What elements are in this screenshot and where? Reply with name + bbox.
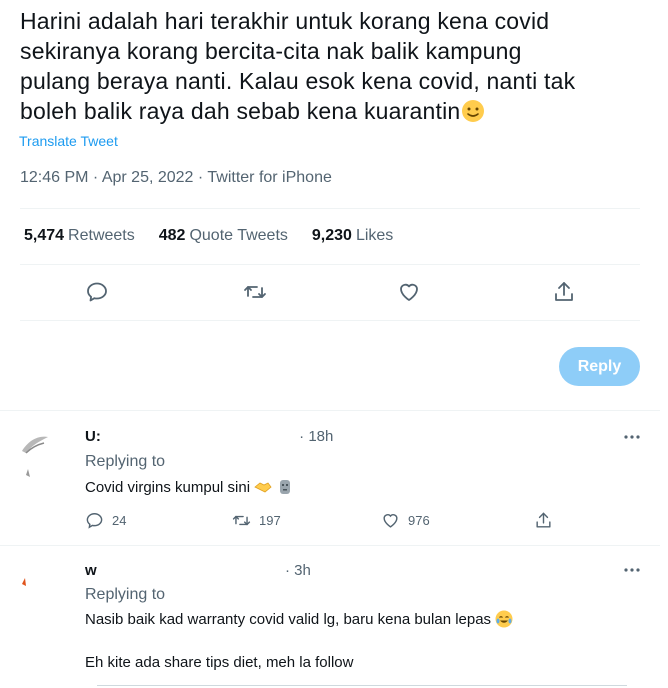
reply-icon — [86, 512, 103, 529]
quote-tweets-count: 482 — [158, 227, 186, 244]
share-action[interactable] — [534, 510, 553, 530]
moai-icon — [276, 478, 294, 496]
tweet-line: Harini adalah hari terakhir untuk korang… — [20, 8, 550, 34]
retweet-count: 197 — [259, 512, 281, 528]
reply-header: U: · 18h — [85, 428, 333, 445]
slightly-smiling-face-icon — [461, 99, 485, 123]
tweet-actions — [0, 280, 660, 304]
divider — [97, 685, 627, 686]
reply-tweet[interactable]: U: · 18h Replying to Covid virgins kumpu… — [0, 411, 660, 545]
reply-author-name[interactable]: w — [85, 562, 97, 579]
like-icon — [383, 513, 398, 528]
retweets-stat[interactable]: 5,474 Retweets — [24, 227, 135, 245]
reply-text-second-line: Eh kite ada share tips diet, meh la foll… — [85, 654, 354, 671]
handshake-icon — [254, 478, 272, 496]
avatar[interactable] — [16, 423, 64, 477]
likes-label: Likes — [355, 227, 394, 244]
likes-stat[interactable]: 9,230 Likes — [312, 227, 393, 245]
tweet-line-text: boleh balik raya dah sebab kena kuaranti… — [20, 98, 461, 124]
reply-text-content: Covid virgins kumpul sini — [85, 479, 251, 496]
reply-action[interactable]: 24 — [85, 510, 126, 530]
reply-time[interactable]: · 18h — [299, 428, 333, 445]
reply-button[interactable]: Reply — [559, 347, 640, 386]
replying-to: Replying to — [85, 453, 166, 470]
reply-tweet[interactable]: w · 3h Replying to Nasib baik kad warran… — [0, 546, 660, 688]
reply-header: w · 3h — [85, 562, 311, 579]
reply-author-name[interactable]: U: — [85, 428, 101, 445]
share-icon[interactable] — [552, 280, 576, 304]
quote-tweets-label: Quote Tweets — [189, 227, 288, 244]
retweets-label: Retweets — [68, 227, 135, 244]
retweet-icon — [232, 515, 251, 525]
translate-tweet-link[interactable]: Translate Tweet — [19, 133, 118, 149]
reply-text: Nasib baik kad warranty covid valid lg, … — [85, 610, 513, 628]
like-count: 976 — [408, 512, 430, 528]
share-icon — [536, 512, 551, 528]
tweet-stats: 5,474 Retweets 482 Quote Tweets 9,230 Likes — [24, 227, 393, 245]
reply-text: Covid virgins kumpul sini — [85, 478, 294, 496]
quote-tweets-stat[interactable]: 482 Quote Tweets — [159, 227, 288, 245]
avatar[interactable] — [16, 558, 64, 606]
retweet-action[interactable]: 197 — [232, 510, 281, 530]
more-options-icon[interactable] — [622, 427, 642, 447]
likes-count: 9,230 — [311, 227, 352, 244]
tweet-line: sekiranya korang bercita-cita nak balik … — [20, 38, 522, 64]
tweet-line: boleh balik raya dah sebab kena kuaranti… — [20, 96, 610, 126]
tweet-timestamp[interactable]: 12:46 PM · Apr 25, 2022 · Twitter for iP… — [20, 169, 332, 187]
retweets-count: 5,474 — [24, 227, 65, 244]
tweet-line: pulang beraya nanti. Kalau esok kena cov… — [20, 68, 576, 94]
reply-text-content: Nasib baik kad warranty covid valid lg, … — [85, 611, 492, 628]
divider — [20, 320, 640, 321]
reply-icon[interactable] — [85, 280, 109, 304]
divider — [20, 208, 640, 209]
face-with-tears-of-joy-icon — [495, 610, 513, 628]
retweet-icon[interactable] — [243, 280, 267, 304]
like-action[interactable]: 976 — [381, 510, 430, 530]
reply-count: 24 — [112, 512, 127, 528]
reply-time[interactable]: · 3h — [285, 562, 311, 579]
divider — [20, 264, 640, 265]
like-icon[interactable] — [397, 280, 421, 304]
more-options-icon[interactable] — [622, 560, 642, 580]
tweet-text: Harini adalah hari terakhir untuk korang… — [20, 6, 610, 126]
replying-to: Replying to — [85, 586, 166, 603]
